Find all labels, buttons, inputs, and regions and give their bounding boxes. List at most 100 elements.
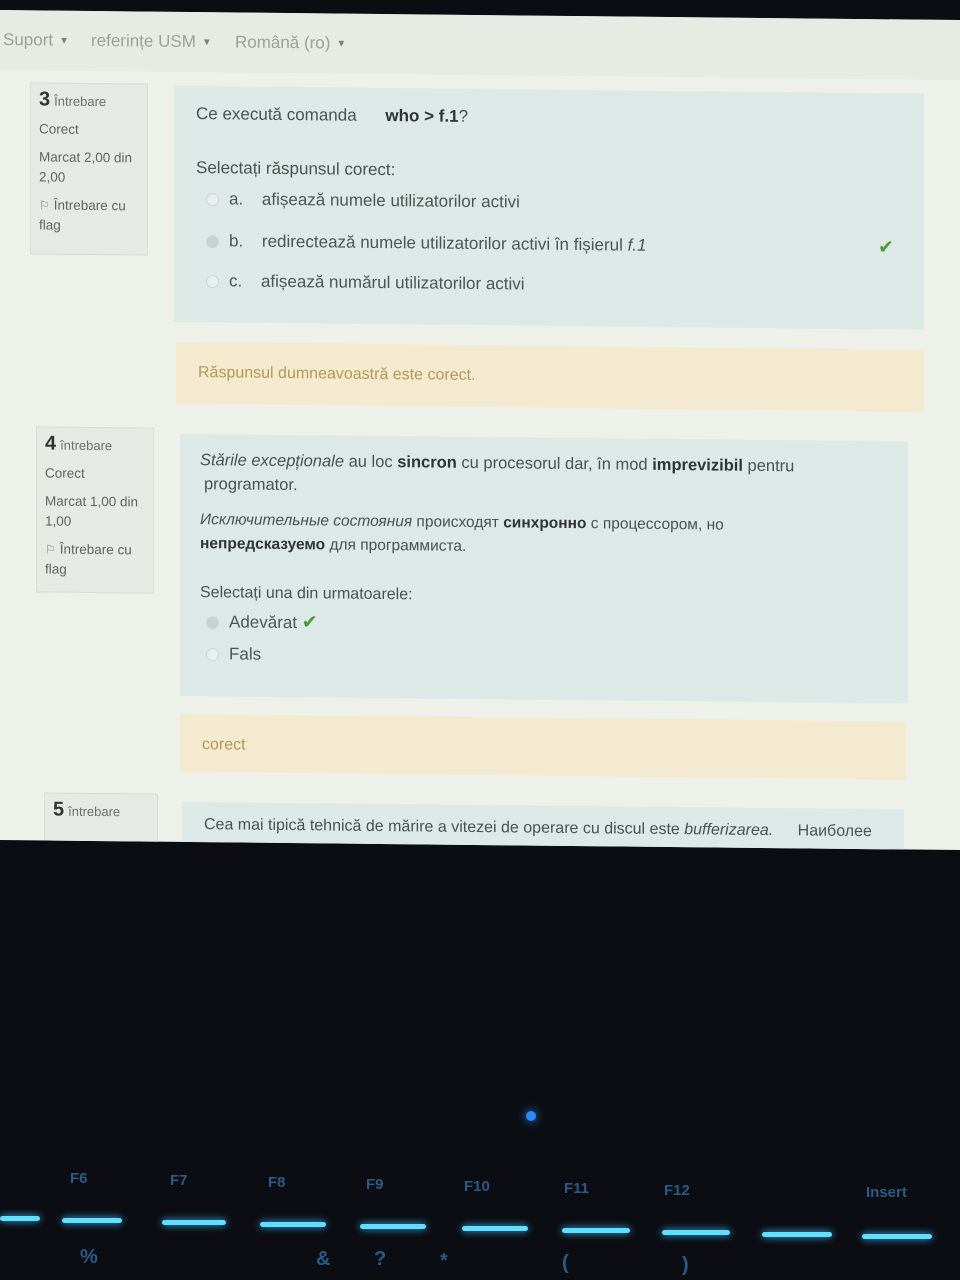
option-text: Fals xyxy=(229,644,262,664)
question-status: Corect xyxy=(39,121,79,137)
nav-referinte-usm[interactable]: referințe USM ▼ xyxy=(91,31,212,52)
key-backlight xyxy=(360,1224,426,1229)
key-f7: F7 xyxy=(170,1172,188,1189)
radio-button-selected[interactable] xyxy=(206,616,219,630)
key-backlight xyxy=(662,1230,730,1235)
flag-label: Întrebare cu flag xyxy=(45,541,132,577)
radio-button[interactable] xyxy=(206,193,219,207)
question-text-ro: Stările excepționale au loc sincron cu p… xyxy=(200,448,890,503)
flag-icon: ⚐ xyxy=(39,198,50,213)
chevron-down-icon: ▼ xyxy=(201,37,212,49)
key-backlight xyxy=(462,1226,528,1231)
question-word: întrebare xyxy=(68,803,121,820)
question-word: întrebare xyxy=(60,437,113,454)
option-a[interactable]: a. afișează numele utilizatorilor activi xyxy=(206,189,520,212)
key-percent: % xyxy=(80,1246,98,1268)
option-filename: f.1 xyxy=(627,235,647,255)
key-f6: F6 xyxy=(70,1170,88,1187)
flag-question-link[interactable]: ⚐ Întrebare cu flag xyxy=(39,195,139,236)
radio-button-selected[interactable] xyxy=(206,235,219,249)
question-5-formulation: Cea mai tipică tehnică de mărire a vitez… xyxy=(182,801,904,851)
key-backlight xyxy=(260,1222,326,1227)
flag-icon: ⚐ xyxy=(45,542,56,557)
question-text: Ce execută comanda who > f.1? xyxy=(196,104,468,127)
option-letter: b. xyxy=(229,231,244,251)
chevron-down-icon: ▼ xyxy=(336,38,347,50)
text-plain: Cea mai tipică tehnică de mărire a vitez… xyxy=(204,816,685,839)
browser-screen: Suport ▼ referințe USM ▼ Română (ro) ▼ 3 Înt… xyxy=(0,10,960,851)
question-text-prefix: Ce execută comanda xyxy=(196,104,357,125)
text-plain: с процессором, но xyxy=(586,515,724,534)
option-text: Adevărat xyxy=(229,612,298,633)
nav-suport-label: Suport xyxy=(3,30,54,50)
option-false[interactable]: Fals xyxy=(206,644,261,665)
question-text: Cea mai tipică tehnică de mărire a vitez… xyxy=(204,816,872,841)
check-icon: ✔ xyxy=(301,612,318,634)
key-backlight xyxy=(62,1218,122,1223)
text-plain: происходят xyxy=(412,513,504,532)
radio-button[interactable] xyxy=(206,275,219,289)
key-question: ? xyxy=(374,1248,387,1270)
question-4-formulation: Stările excepționale au loc sincron cu p… xyxy=(180,433,908,704)
option-letter: a. xyxy=(229,189,244,209)
key-f10: F10 xyxy=(464,1178,490,1195)
chevron-down-icon: ▼ xyxy=(59,35,69,47)
question-4-info: 4 întrebare Corect Marcat 1,00 din 1,00 ⚐… xyxy=(36,426,154,594)
text-plain: cu procesorul dar, în mod xyxy=(456,453,653,474)
key-paren-open: ( xyxy=(562,1252,569,1274)
text-bold: imprevizibil xyxy=(652,455,743,475)
flag-label: Întrebare cu flag xyxy=(39,197,126,233)
nav-suport[interactable]: Suport ▼ xyxy=(3,30,69,51)
question-word: Întrebare xyxy=(54,93,107,110)
option-true[interactable]: Adevărat ✔ xyxy=(206,610,318,634)
question-3-feedback: Răspunsul dumneavoastră este corect. xyxy=(176,341,924,412)
key-backlight xyxy=(0,1216,40,1221)
question-text-suffix: ? xyxy=(458,106,469,126)
question-3-formulation: Ce execută comanda who > f.1? Selectați … xyxy=(174,85,924,330)
nav-language[interactable]: Română (ro) ▼ xyxy=(235,32,346,53)
top-navbar: Suport ▼ referințe USM ▼ Română (ro) ▼ xyxy=(0,10,960,81)
question-text-ru: Исключительные состояния происходят синх… xyxy=(200,508,890,563)
key-f11: F11 xyxy=(564,1180,590,1197)
text-italic: Исключительные состояния xyxy=(200,511,413,531)
key-f12: F12 xyxy=(664,1182,690,1199)
key-ampersand: & xyxy=(316,1248,331,1270)
question-number: 3 xyxy=(39,88,51,111)
question-status: Corect xyxy=(45,465,85,481)
flag-question-link[interactable]: ⚐ Întrebare cu flag xyxy=(45,539,145,580)
keyboard: F6 F7 F8 F9 F10 F11 F12 Insert % & ? * (… xyxy=(0,1140,960,1280)
option-letter: c. xyxy=(229,271,243,291)
key-backlight xyxy=(162,1220,226,1225)
option-text: afișează numărul utilizatorilor activi xyxy=(260,271,525,294)
key-backlight xyxy=(862,1234,932,1239)
option-c[interactable]: c. afișează numărul utilizatorilor activ… xyxy=(206,271,525,294)
question-number: 5 xyxy=(53,798,65,821)
question-mark: Marcat 2,00 din 2,00 xyxy=(39,149,133,185)
question-number: 4 xyxy=(45,432,57,455)
option-b[interactable]: b. redirectează numele utilizatorilor ac… xyxy=(206,231,646,256)
text-ru: Наиболее xyxy=(797,822,872,841)
answer-prompt: Selectați răspunsul corect: xyxy=(196,158,396,180)
key-backlight xyxy=(762,1232,832,1237)
key-insert: Insert xyxy=(866,1184,907,1201)
radio-button[interactable] xyxy=(206,648,219,662)
question-mark: Marcat 1,00 din 1,00 xyxy=(45,493,139,529)
key-asterisk: * xyxy=(440,1250,448,1272)
text-plain: au loc xyxy=(344,452,398,472)
nav-referinte-label: referințe USM xyxy=(91,30,196,52)
key-f8: F8 xyxy=(268,1174,286,1191)
text-bold: непредсказуемо xyxy=(200,535,326,554)
text-italic: Stările excepționale xyxy=(200,451,345,471)
power-led xyxy=(526,1111,536,1121)
text-plain: programator. xyxy=(204,475,298,495)
key-backlight xyxy=(562,1228,630,1233)
text-bold: sincron xyxy=(397,453,457,472)
check-icon: ✔ xyxy=(878,237,894,259)
nav-language-label: Română (ro) xyxy=(235,32,331,53)
command-code: who > f.1 xyxy=(385,106,459,126)
key-f9: F9 xyxy=(366,1176,384,1193)
question-5-info: 5 întrebare xyxy=(44,792,158,851)
question-3-info: 3 Întrebare Corect Marcat 2,00 din 2,00 ⚐… xyxy=(30,82,148,256)
option-text: afișează numele utilizatorilor activi xyxy=(261,189,520,212)
option-text: redirectează numele utilizatorilor activ… xyxy=(261,231,628,255)
